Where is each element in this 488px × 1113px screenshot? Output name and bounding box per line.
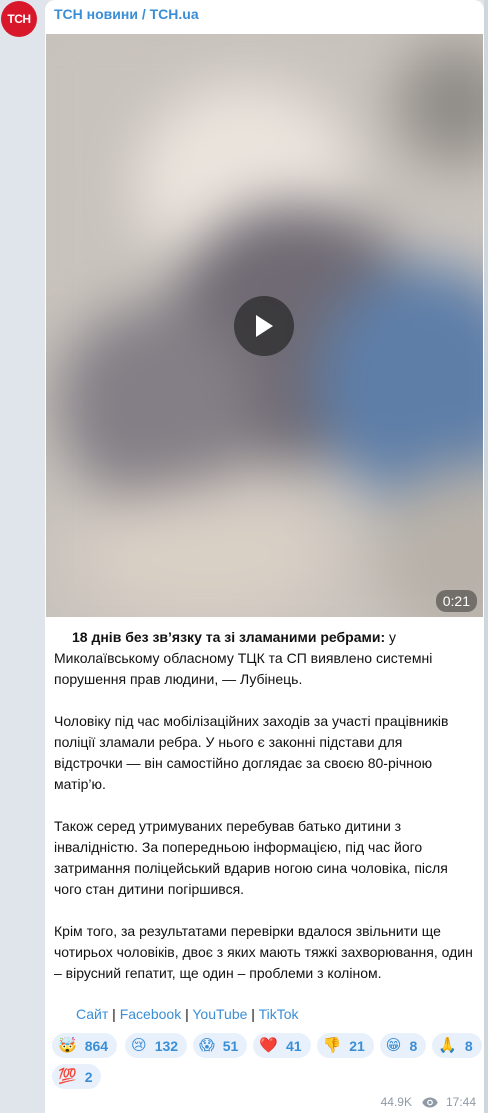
link-separator: | bbox=[181, 1006, 193, 1022]
reaction-emoji: ❤️ bbox=[259, 1037, 278, 1054]
post-paragraph-2: Чоловіку під час мобілізаційних заходів … bbox=[54, 713, 449, 792]
channel-avatar[interactable]: TCH bbox=[1, 1, 37, 37]
reaction-chip-pray[interactable]: 🙏 8 bbox=[432, 1033, 482, 1058]
message-meta: 44.9K 17:44 bbox=[381, 1095, 476, 1109]
reaction-chip-grinning[interactable]: 😁 8 bbox=[379, 1033, 427, 1058]
reaction-chip-crying[interactable]: 😢 132 bbox=[125, 1033, 188, 1058]
eye-icon bbox=[422, 1097, 438, 1108]
post-text: 18 днів без зв’язку та зі зламаними ребр… bbox=[54, 627, 474, 1005]
post-lead-bold: 18 днів без зв’язку та зі зламаними ребр… bbox=[72, 629, 386, 645]
link-facebook[interactable]: Facebook bbox=[120, 1006, 181, 1022]
reaction-emoji: 💯 bbox=[58, 1068, 77, 1085]
reactions-bar: 🤯 864 😢 132 😱 51 ❤️ 41 👎 21 😁 8 🙏 8 💯 2 bbox=[52, 1033, 482, 1089]
play-icon bbox=[256, 315, 273, 337]
reaction-emoji: 😱 bbox=[199, 1037, 215, 1054]
reaction-count: 8 bbox=[409, 1037, 418, 1054]
reaction-chip-heart[interactable]: ❤️ 41 bbox=[253, 1033, 311, 1058]
reaction-count: 8 bbox=[464, 1037, 473, 1054]
reaction-count: 21 bbox=[349, 1037, 365, 1054]
reaction-emoji: 🤯 bbox=[58, 1037, 77, 1054]
views-count: 44.9K bbox=[380, 1095, 412, 1109]
post-paragraph-3: Також серед утримуваних перебував батько… bbox=[54, 818, 448, 897]
reaction-count: 41 bbox=[285, 1037, 302, 1054]
reaction-chip-hundred[interactable]: 💯 2 bbox=[52, 1064, 102, 1089]
link-separator: | bbox=[247, 1006, 259, 1022]
play-button[interactable] bbox=[234, 296, 294, 356]
channel-name[interactable]: ТСН новини / TCH.ua bbox=[54, 6, 199, 22]
link-tiktok[interactable]: TikTok bbox=[259, 1006, 299, 1022]
reaction-emoji: 😢 bbox=[131, 1037, 147, 1054]
reaction-count: 132 bbox=[154, 1037, 179, 1054]
link-site[interactable]: Сайт bbox=[76, 1006, 108, 1022]
reaction-emoji: 🙏 bbox=[438, 1037, 457, 1054]
scrollbar-track[interactable] bbox=[484, 0, 488, 1113]
message-time: 17:44 bbox=[445, 1095, 476, 1109]
reaction-count: 864 bbox=[84, 1037, 109, 1054]
reaction-chip-screaming[interactable]: 😱 51 bbox=[193, 1033, 248, 1058]
video-preview[interactable]: 0:21 bbox=[46, 34, 483, 617]
link-separator: | bbox=[108, 1006, 120, 1022]
reaction-chip-thumbs-down[interactable]: 👎 21 bbox=[316, 1033, 374, 1058]
reaction-emoji: 👎 bbox=[322, 1037, 342, 1054]
reaction-count: 51 bbox=[222, 1037, 239, 1054]
post-paragraph-1: 18 днів без зв’язку та зі зламаними ребр… bbox=[54, 627, 474, 690]
video-duration: 0:21 bbox=[435, 590, 477, 612]
post-paragraph-4: Крім того, за результатами перевірки вда… bbox=[54, 923, 473, 981]
reaction-count: 2 bbox=[84, 1068, 93, 1085]
reaction-emoji: 😁 bbox=[385, 1037, 402, 1054]
post-links: Сайт | Facebook | YouTube | TikTok bbox=[76, 1004, 299, 1025]
message-bubble: ТСН новини / TCH.ua 0:21 18 днів без зв’… bbox=[45, 0, 484, 1113]
link-youtube[interactable]: YouTube bbox=[192, 1006, 247, 1022]
reaction-chip-exploding-head[interactable]: 🤯 864 bbox=[52, 1033, 118, 1058]
